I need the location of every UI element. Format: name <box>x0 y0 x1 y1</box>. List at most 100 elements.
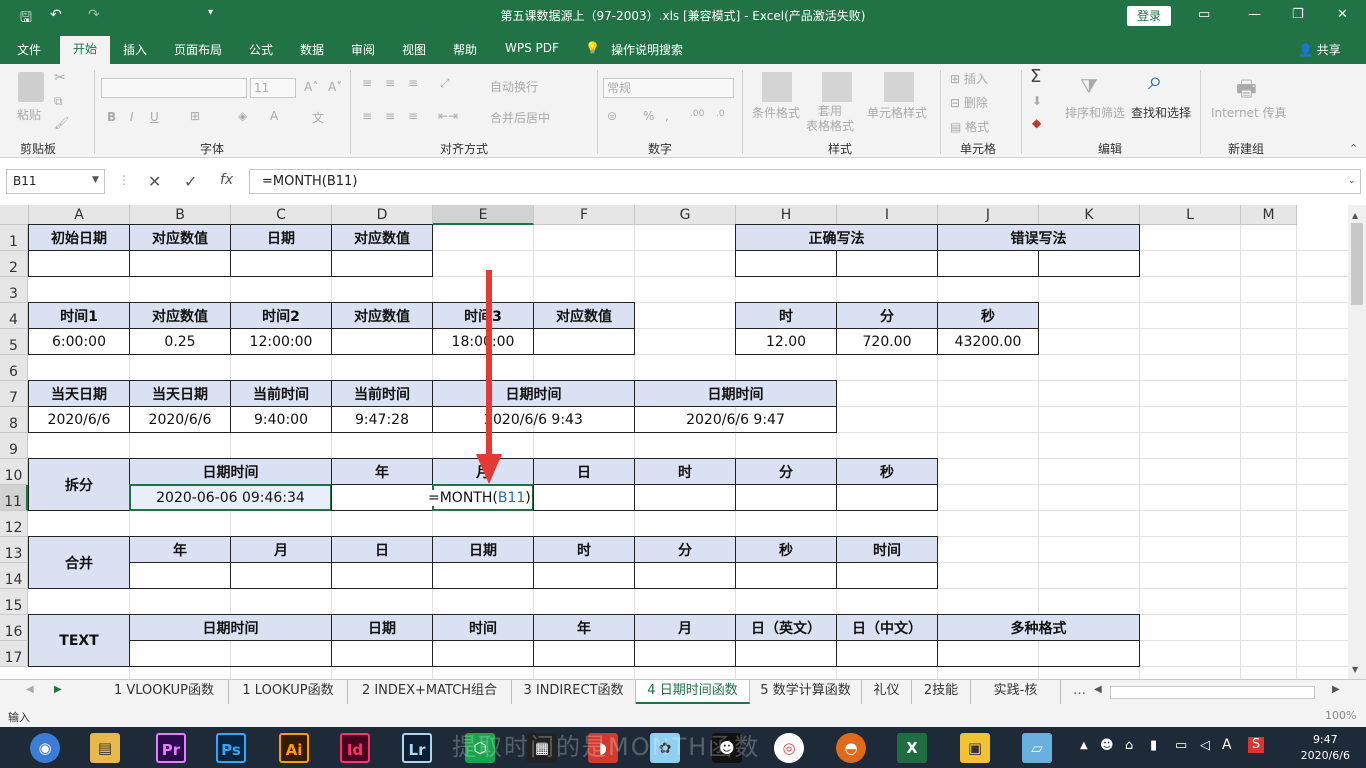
cell-d5[interactable] <box>331 328 433 355</box>
cell-empty[interactable] <box>735 640 837 667</box>
format-cells-button[interactable]: ▤ 格式 <box>950 118 989 135</box>
cell-empty[interactable] <box>230 562 332 589</box>
font-color-icon[interactable]: A <box>270 109 278 123</box>
cell-j4[interactable]: 秒 <box>937 302 1039 329</box>
align-middle-icon[interactable]: ≡ <box>385 76 395 90</box>
cell-row16-6[interactable]: 日（中文） <box>836 614 938 641</box>
increase-decimal-icon[interactable]: .00 <box>690 109 704 119</box>
tray-wps-icon[interactable]: S <box>1248 737 1264 753</box>
cell-empty[interactable] <box>937 640 1140 667</box>
cell-i4[interactable]: 分 <box>836 302 938 329</box>
borders-icon[interactable]: ⊞ <box>190 109 200 123</box>
cell-row7-2[interactable]: 当前时间 <box>230 380 332 407</box>
column-header-l[interactable]: L <box>1140 205 1241 225</box>
comma-icon[interactable]: , <box>665 109 669 123</box>
cell-row13-6[interactable]: 秒 <box>735 536 837 563</box>
merge-center-button[interactable]: 合并后居中 <box>490 109 550 126</box>
sheet-tab[interactable]: 1 LOOKUP函数 <box>229 680 348 704</box>
sort-filter-icon[interactable]: ⧩ <box>1080 74 1098 98</box>
cell-empty[interactable] <box>432 562 534 589</box>
cell-h4[interactable]: 时 <box>735 302 837 329</box>
cell-row10-6[interactable]: 秒 <box>836 458 938 485</box>
cell-c1[interactable]: 日期 <box>230 224 332 251</box>
align-bottom-icon[interactable]: ≡ <box>408 76 418 90</box>
cell-empty[interactable] <box>533 640 635 667</box>
cell-j1[interactable]: 错误写法 <box>937 224 1140 251</box>
cell-empty[interactable] <box>836 484 938 511</box>
number-format-select[interactable]: 常规 <box>603 78 734 98</box>
font-size-select[interactable]: 11 <box>250 78 296 98</box>
column-header-j[interactable]: J <box>938 205 1039 225</box>
cell-empty[interactable] <box>331 640 433 667</box>
cell-empty[interactable] <box>735 562 837 589</box>
sheet-tab[interactable]: 2技能 <box>912 680 971 704</box>
row-header-15[interactable]: 15 <box>0 589 28 615</box>
column-header-f[interactable]: F <box>534 205 635 225</box>
sheet-tab[interactable]: 礼仪 <box>862 680 912 704</box>
cell-d11[interactable] <box>331 484 433 511</box>
tab-formulas[interactable]: 公式 <box>249 41 273 58</box>
column-header-c[interactable]: C <box>231 205 332 225</box>
next-sheet-icon[interactable]: ▶ <box>54 684 62 695</box>
cell-empty[interactable] <box>331 250 433 277</box>
cell-text-label[interactable]: TEXT <box>28 614 130 667</box>
cell-j16[interactable]: 多种格式 <box>937 614 1140 641</box>
cell-c5[interactable]: 12:00:00 <box>230 328 332 355</box>
column-header-m[interactable]: M <box>1241 205 1297 225</box>
column-header-b[interactable]: B <box>130 205 231 225</box>
cell-j5[interactable]: 43200.00 <box>937 328 1039 355</box>
cell-row16-1[interactable]: 日期 <box>331 614 433 641</box>
cell-empty[interactable] <box>129 640 332 667</box>
table-format-icon[interactable] <box>822 72 852 102</box>
cell-empty[interactable] <box>937 250 1039 277</box>
sheet-tab[interactable]: 5 数学计算函数 <box>750 680 862 704</box>
cell-i5[interactable]: 720.00 <box>836 328 938 355</box>
premiere-icon[interactable]: Pr <box>156 733 186 763</box>
photoshop-icon[interactable]: Ps <box>216 733 246 763</box>
row-header-13[interactable]: 13 <box>0 537 28 563</box>
row-header-7[interactable]: 7 <box>0 381 28 407</box>
cell-e11-editing[interactable]: =MONTH(B11) <box>428 484 534 511</box>
app-blue-icon[interactable]: ▱ <box>1022 733 1052 763</box>
row-header-14[interactable]: 14 <box>0 563 28 589</box>
align-left-icon[interactable]: ≡ <box>362 109 372 123</box>
row-header-11[interactable]: 11 <box>0 485 28 511</box>
row-header-12[interactable]: 12 <box>0 511 28 537</box>
sheet-tab[interactable]: 2 INDEX+MATCH组合 <box>348 680 512 704</box>
hscroll-right-icon[interactable]: ▶ <box>1332 684 1340 695</box>
cell-row7-3[interactable]: 当前时间 <box>331 380 433 407</box>
cell-row4-3[interactable]: 对应数值 <box>331 302 433 329</box>
start-icon[interactable]: ◉ <box>30 733 60 763</box>
cell-merge-label[interactable]: 合并 <box>28 536 130 589</box>
tab-page-layout[interactable]: 页面布局 <box>174 41 222 58</box>
underline-icon[interactable]: U <box>150 110 159 124</box>
cell-row4-1[interactable]: 对应数值 <box>129 302 231 329</box>
ribbon-display-icon[interactable]: ▭ <box>1198 7 1210 22</box>
cell-row10-5[interactable]: 分 <box>735 458 837 485</box>
cell-empty[interactable] <box>634 640 736 667</box>
decrease-decimal-icon[interactable]: .0 <box>716 109 725 119</box>
cell-row8-3[interactable]: 9:47:28 <box>331 406 433 433</box>
cell-row13-0[interactable]: 年 <box>129 536 231 563</box>
format-painter-icon[interactable]: 🖌 <box>54 116 69 130</box>
cell-empty[interactable] <box>836 562 938 589</box>
orientation-icon[interactable]: ⤢ <box>440 76 450 91</box>
cell-row10-4[interactable]: 时 <box>634 458 736 485</box>
illustrator-icon[interactable]: Ai <box>279 733 309 763</box>
row-header-1[interactable]: 1 <box>0 225 28 251</box>
vertical-scrollbar[interactable]: ▲ ▼ <box>1348 205 1366 679</box>
horizontal-scrollbar[interactable] <box>1110 686 1315 699</box>
cell-d1[interactable]: 对应数值 <box>331 224 433 251</box>
chrome-icon[interactable]: ◎ <box>774 733 804 763</box>
cell-row16-2[interactable]: 时间 <box>432 614 534 641</box>
row-header-3[interactable]: 3 <box>0 277 28 303</box>
percent-icon[interactable]: % <box>643 109 654 123</box>
cell-row4-2[interactable]: 时间2 <box>230 302 332 329</box>
cell-empty[interactable] <box>836 640 938 667</box>
cell-empty[interactable] <box>129 562 231 589</box>
cell-row13-1[interactable]: 月 <box>230 536 332 563</box>
tab-overflow-icon[interactable]: … <box>1073 683 1086 698</box>
indesign-icon[interactable]: Id <box>340 733 370 763</box>
conditional-format-icon[interactable] <box>762 72 792 102</box>
hscroll-left-icon[interactable]: ◀ <box>1094 684 1102 695</box>
